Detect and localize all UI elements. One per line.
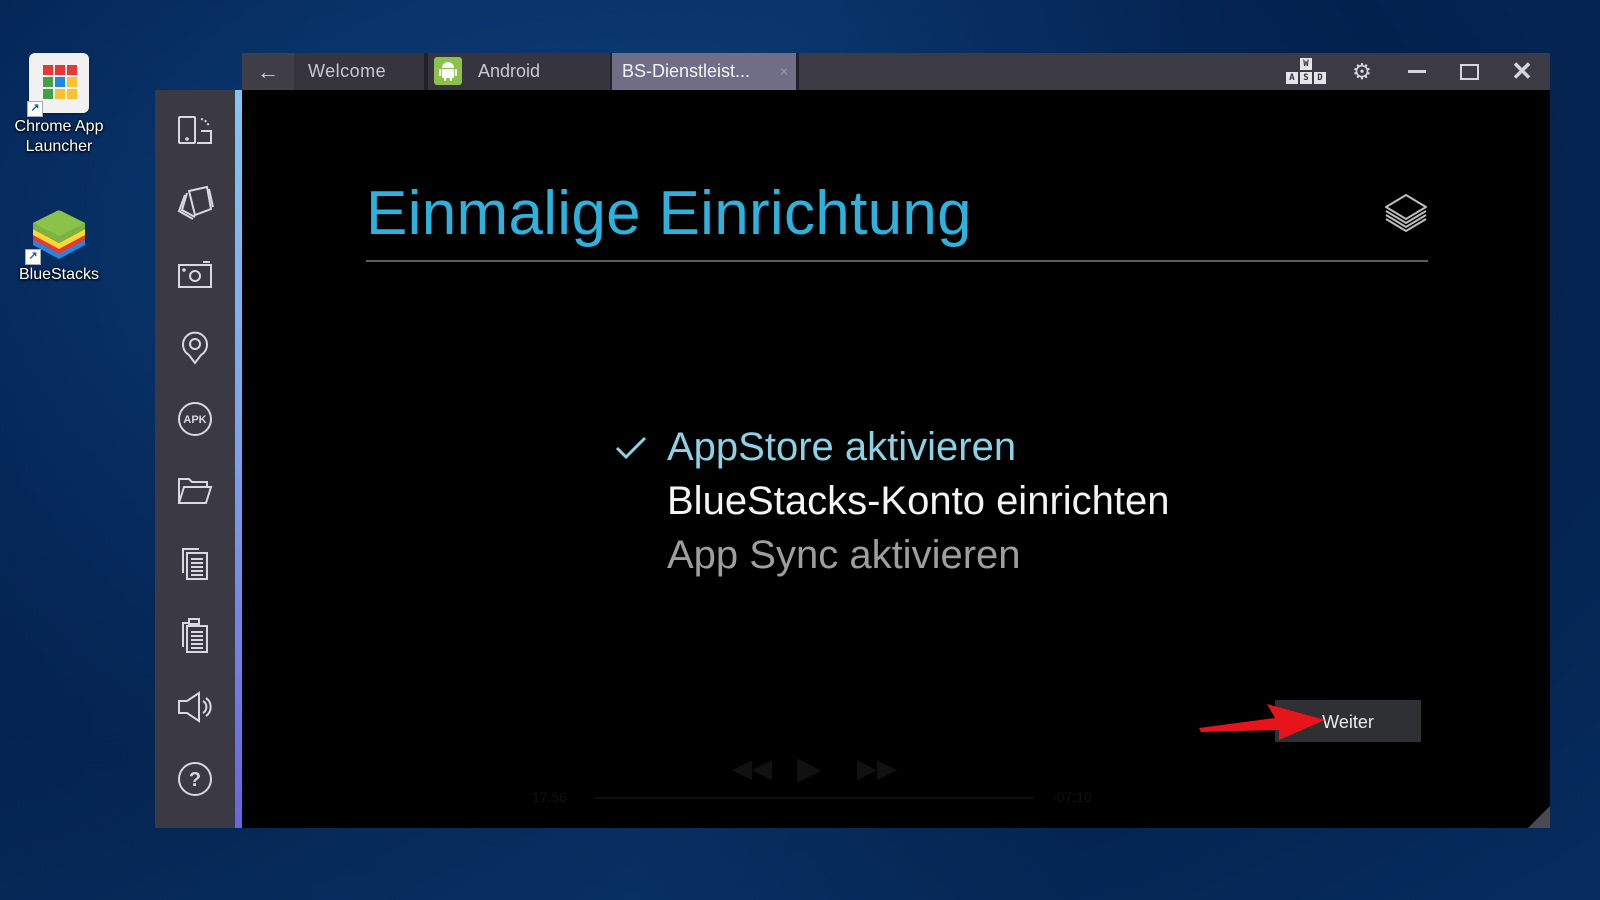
paste-icon — [182, 618, 208, 653]
sidebar-item-help[interactable]: ? — [167, 751, 223, 807]
minimize-icon — [1408, 70, 1426, 74]
desktop-icon-label: Chrome App — [14, 118, 104, 135]
android-screen: Einmalige Einrichtung AppStore aktiviere… — [242, 90, 1550, 828]
launcher-grid-cell — [55, 65, 65, 75]
sidebar-item-location[interactable] — [167, 319, 223, 375]
sidebar-item-open-folder[interactable] — [167, 463, 223, 519]
sidebar-item-copy[interactable] — [167, 535, 223, 591]
help-icon: ? — [178, 762, 212, 796]
launcher-grid-cell — [67, 65, 77, 75]
launcher-grid-cell — [43, 65, 53, 75]
back-button[interactable]: ← — [242, 53, 294, 90]
sidebar-item-volume[interactable] — [167, 679, 223, 735]
launcher-grid-cell — [43, 89, 53, 99]
title-divider — [366, 260, 1428, 262]
title-bar: ← Welcome Android BS-Dienstleist... × W … — [242, 53, 1550, 90]
step-label: AppStore aktivieren — [667, 425, 1017, 469]
launcher-grid-cell — [67, 77, 77, 87]
tab-label: Android — [478, 61, 541, 81]
key-d-icon: D — [1314, 72, 1326, 84]
sidebar-item-shake[interactable] — [167, 175, 223, 231]
speaker-icon — [178, 691, 212, 723]
step-label: App Sync aktivieren — [667, 533, 1021, 577]
settings-gear-icon[interactable]: ⚙ — [1342, 53, 1382, 90]
annotation-arrow-icon — [1199, 704, 1325, 740]
elapsed-time: 17:56 — [532, 789, 568, 805]
remaining-time: -07:10 — [1052, 789, 1092, 805]
svg-text:?: ? — [189, 769, 201, 791]
sidebar-accent-edge — [235, 90, 242, 828]
camera-icon — [178, 261, 212, 288]
close-button[interactable]: ✕ — [1497, 53, 1547, 90]
maximize-icon — [1459, 63, 1479, 80]
launcher-grid-cell — [43, 77, 53, 87]
key-s-icon: S — [1300, 72, 1312, 84]
resize-grip[interactable] — [1528, 806, 1550, 828]
tab-welcome[interactable]: Welcome — [294, 53, 424, 90]
rotate-icon — [178, 116, 212, 144]
android-icon — [434, 57, 462, 85]
play-icon[interactable]: ▶ — [797, 749, 822, 787]
tab-label: Welcome — [308, 61, 387, 81]
bluestacks-layers-icon — [1385, 194, 1427, 232]
sidebar-item-install-apk[interactable]: APK — [167, 391, 223, 447]
bluestacks-icon: ↗ — [25, 205, 91, 265]
shake-icon — [177, 185, 214, 220]
page-title: Einmalige Einrichtung — [366, 179, 972, 248]
minimize-button[interactable] — [1392, 53, 1442, 90]
video-progress-track[interactable] — [594, 797, 1034, 799]
desktop-icon-label: BlueStacks — [18, 266, 100, 283]
tab-android[interactable]: Android — [428, 53, 610, 90]
step-bluestacks-account: BlueStacks-Konto einrichten — [667, 474, 1170, 528]
bluestacks-window: ← Welcome Android BS-Dienstleist... × W … — [155, 53, 1550, 828]
setup-steps-list: AppStore aktivieren BlueStacks-Konto ein… — [615, 420, 1170, 582]
apk-icon: APK — [178, 402, 212, 436]
chrome-app-launcher-icon: ↗ — [27, 53, 89, 117]
desktop-icon-bluestacks[interactable]: ↗ BlueStacks — [4, 205, 114, 285]
video-player-overlay: ◀◀ ▶ ▶▶ 17:56 -07:10 — [512, 735, 1112, 825]
sidebar-toolbar: APK ? — [155, 90, 235, 828]
check-icon — [615, 436, 647, 460]
sidebar-item-paste[interactable] — [167, 607, 223, 663]
step-label: BlueStacks-Konto einrichten — [667, 479, 1170, 523]
step-app-sync: App Sync aktivieren — [667, 528, 1170, 582]
tab-close-icon[interactable]: × — [780, 53, 788, 90]
sidebar-item-screenshot[interactable] — [167, 247, 223, 303]
step-appstore: AppStore aktivieren — [615, 420, 1170, 474]
location-pin-icon — [182, 331, 208, 365]
copy-icon — [182, 548, 208, 580]
key-w-icon: W — [1300, 58, 1312, 70]
maximize-button[interactable] — [1444, 53, 1494, 90]
key-a-icon: A — [1286, 72, 1298, 84]
shortcut-arrow-icon: ↗ — [27, 101, 43, 117]
folder-icon — [177, 478, 213, 504]
launcher-grid-cell — [55, 89, 65, 99]
desktop-icon-chrome-app-launcher[interactable]: ↗ Chrome App Launcher — [4, 53, 114, 157]
fast-forward-icon[interactable]: ▶▶ — [857, 753, 897, 784]
launcher-grid-cell — [67, 89, 77, 99]
tab-separator — [796, 53, 799, 90]
tab-label: BS-Dienstleist... — [622, 61, 751, 81]
sidebar-item-rotate-screen[interactable] — [167, 103, 223, 159]
desktop-icon-label: Launcher — [25, 138, 93, 155]
keymapping-button[interactable]: W A S D — [1282, 53, 1330, 90]
tab-bs-dienstleistungen[interactable]: BS-Dienstleist... × — [612, 53, 796, 90]
rewind-icon[interactable]: ◀◀ — [732, 753, 772, 784]
launcher-grid-cell — [55, 77, 65, 87]
shortcut-arrow-icon: ↗ — [25, 249, 41, 265]
svg-text:APK: APK — [183, 414, 206, 426]
